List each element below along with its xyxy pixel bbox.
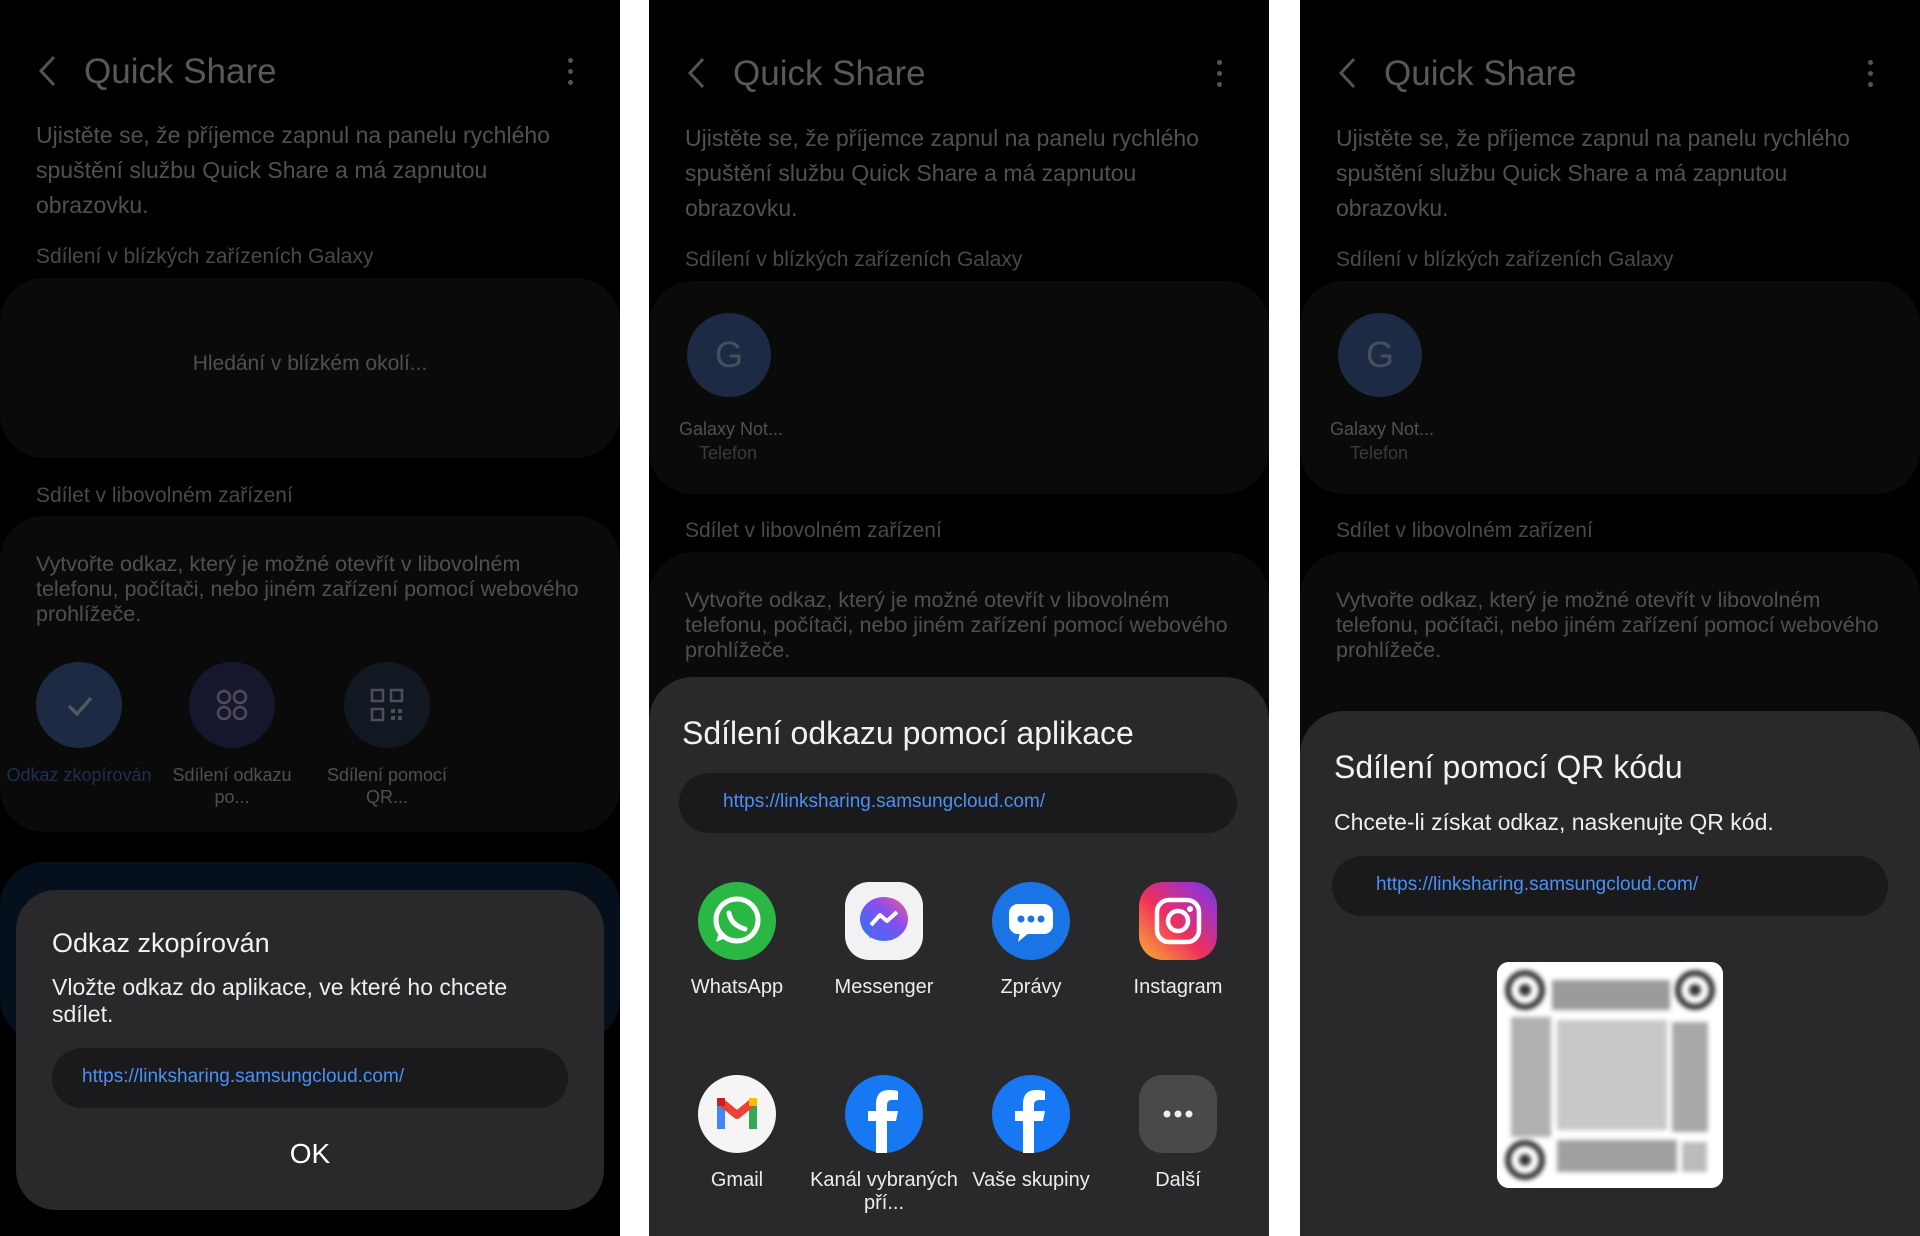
nearby-section-label: Sdílení v blízkých zařízeních Galaxy xyxy=(685,248,1023,271)
device-type: Telefon xyxy=(699,443,758,463)
app-instagram[interactable]: Instagram xyxy=(1103,882,1253,999)
app-whatsapp[interactable]: WhatsApp xyxy=(662,882,812,999)
nearby-devices-card: G Galaxy Not... Telefon xyxy=(649,281,1269,494)
dialog-text: Vložte odkaz do aplikace, ve které ho ch… xyxy=(52,974,508,1027)
whatsapp-icon xyxy=(698,882,776,960)
device-avatar[interactable]: G xyxy=(687,313,771,397)
app-more[interactable]: Další xyxy=(1103,1075,1253,1192)
link-field[interactable]: https://linksharing.samsungcloud.com/ xyxy=(679,773,1237,833)
any-device-section-label: Sdílet v libovolném zařízení xyxy=(1336,519,1593,542)
more-icon xyxy=(1139,1075,1217,1153)
app-gmail[interactable]: Gmail xyxy=(662,1075,812,1192)
nearby-section-label: Sdílení v blízkých zařízeních Galaxy xyxy=(1336,248,1674,271)
share-qr-label: Sdílení pomocí QR... xyxy=(326,765,448,807)
panel-link-copied: Quick Share Ujistěte se, že příjemce zap… xyxy=(0,0,620,1236)
app-facebook-groups[interactable]: Vaše skupiny xyxy=(956,1075,1106,1192)
sheet-text: Chcete-li získat odkaz, naskenujte QR kó… xyxy=(1334,809,1774,835)
instagram-icon xyxy=(1139,882,1217,960)
app-label: Kanál vybraných pří... xyxy=(810,1169,958,1214)
header: Quick Share xyxy=(1338,50,1890,104)
app-messages[interactable]: Zprávy xyxy=(956,882,1106,999)
apps-icon xyxy=(216,689,248,721)
messenger-icon xyxy=(845,882,923,960)
intro-text: Ujistěte se, že příjemce zapnul na panel… xyxy=(685,125,1199,221)
copy-link-button[interactable] xyxy=(36,662,122,748)
back-arrow-icon[interactable] xyxy=(1338,56,1358,90)
facebook-icon xyxy=(845,1075,923,1153)
device-name: Galaxy Not... xyxy=(679,419,784,439)
any-device-section-label: Sdílet v libovolném zařízení xyxy=(685,519,942,542)
page-title: Quick Share xyxy=(1384,54,1577,93)
share-via-app-sheet: Sdílení odkazu pomocí aplikace https://l… xyxy=(649,677,1269,1236)
app-label: Další xyxy=(1155,1169,1201,1191)
page-title: Quick Share xyxy=(84,52,277,91)
share-link-app-label: Sdílení odkazu po... xyxy=(172,765,292,807)
messages-icon xyxy=(992,882,1070,960)
ok-button[interactable]: OK xyxy=(16,1138,604,1170)
sheet-title: Sdílení odkazu pomocí aplikace xyxy=(682,715,1134,751)
app-label: Vaše skupiny xyxy=(972,1169,1090,1191)
app-label: Instagram xyxy=(1133,976,1223,998)
header: Quick Share xyxy=(687,50,1239,104)
copy-link-label: Odkaz zkopírován xyxy=(6,765,152,785)
panel-share-via-qr: Quick Share Ujistěte se, že příjemce zap… xyxy=(1300,0,1920,1236)
link-url: https://linksharing.samsungcloud.com/ xyxy=(82,1066,405,1087)
back-arrow-icon[interactable] xyxy=(687,56,707,90)
link-field[interactable]: https://linksharing.samsungcloud.com/ xyxy=(52,1048,568,1108)
any-device-description: Vytvořte odkaz, který je možné otevřít v… xyxy=(1336,588,1879,662)
nearby-section-label: Sdílení v blízkých zařízeních Galaxy xyxy=(36,245,374,268)
nearby-devices-card: Hledání v blízkém okolí... xyxy=(0,278,620,458)
intro-text: Ujistěte se, že příjemce zapnul na panel… xyxy=(1336,125,1850,221)
intro-text: Ujistěte se, že příjemce zapnul na panel… xyxy=(36,122,550,218)
app-label: Gmail xyxy=(710,1169,764,1191)
app-facebook-feed[interactable]: Kanál vybraných pří... xyxy=(809,1075,959,1215)
more-options-icon[interactable] xyxy=(568,58,574,85)
qr-code-image xyxy=(1497,962,1723,1188)
qr-code-icon xyxy=(370,688,404,722)
device-avatar[interactable]: G xyxy=(1338,313,1422,397)
more-options-icon[interactable] xyxy=(1217,60,1223,87)
back-arrow-icon[interactable] xyxy=(38,54,58,88)
panel-share-via-app: Quick Share Ujistěte se, že příjemce zap… xyxy=(649,0,1269,1236)
share-via-qr-sheet: Sdílení pomocí QR kódu Chcete-li získat … xyxy=(1300,711,1920,1236)
page-title: Quick Share xyxy=(733,54,926,93)
app-label: WhatsApp xyxy=(690,976,784,998)
any-device-section-label: Sdílet v libovolném zařízení xyxy=(36,484,293,507)
app-label: Zprávy xyxy=(1000,976,1062,998)
searching-text: Hledání v blízkém okolí... xyxy=(192,352,428,375)
facebook-icon xyxy=(992,1075,1070,1153)
check-icon xyxy=(67,696,93,717)
any-device-description: Vytvořte odkaz, který je možné otevřít v… xyxy=(685,588,1228,662)
link-field[interactable]: https://linksharing.samsungcloud.com/ xyxy=(1332,856,1888,916)
dialog-title: Odkaz zkopírován xyxy=(52,928,270,958)
any-device-card: Vytvořte odkaz, který je možné otevřít v… xyxy=(0,516,620,832)
share-link-app-button[interactable] xyxy=(189,662,275,748)
gmail-icon xyxy=(698,1075,776,1153)
more-options-icon[interactable] xyxy=(1868,60,1874,87)
nearby-devices-card: G Galaxy Not... Telefon xyxy=(1300,281,1920,494)
share-qr-button[interactable] xyxy=(344,662,430,748)
link-url: https://linksharing.samsungcloud.com/ xyxy=(1376,874,1699,895)
device-type: Telefon xyxy=(1350,443,1409,463)
link-url: https://linksharing.samsungcloud.com/ xyxy=(723,791,1046,812)
app-label: Messenger xyxy=(834,976,934,998)
any-device-description: Vytvořte odkaz, který je možné otevřít v… xyxy=(36,552,579,626)
header: Quick Share xyxy=(38,48,590,102)
app-messenger[interactable]: Messenger xyxy=(809,882,959,999)
link-copied-dialog: Odkaz zkopírován Vložte odkaz do aplikac… xyxy=(16,890,604,1210)
sheet-title: Sdílení pomocí QR kódu xyxy=(1334,749,1683,785)
device-name: Galaxy Not... xyxy=(1330,419,1435,439)
